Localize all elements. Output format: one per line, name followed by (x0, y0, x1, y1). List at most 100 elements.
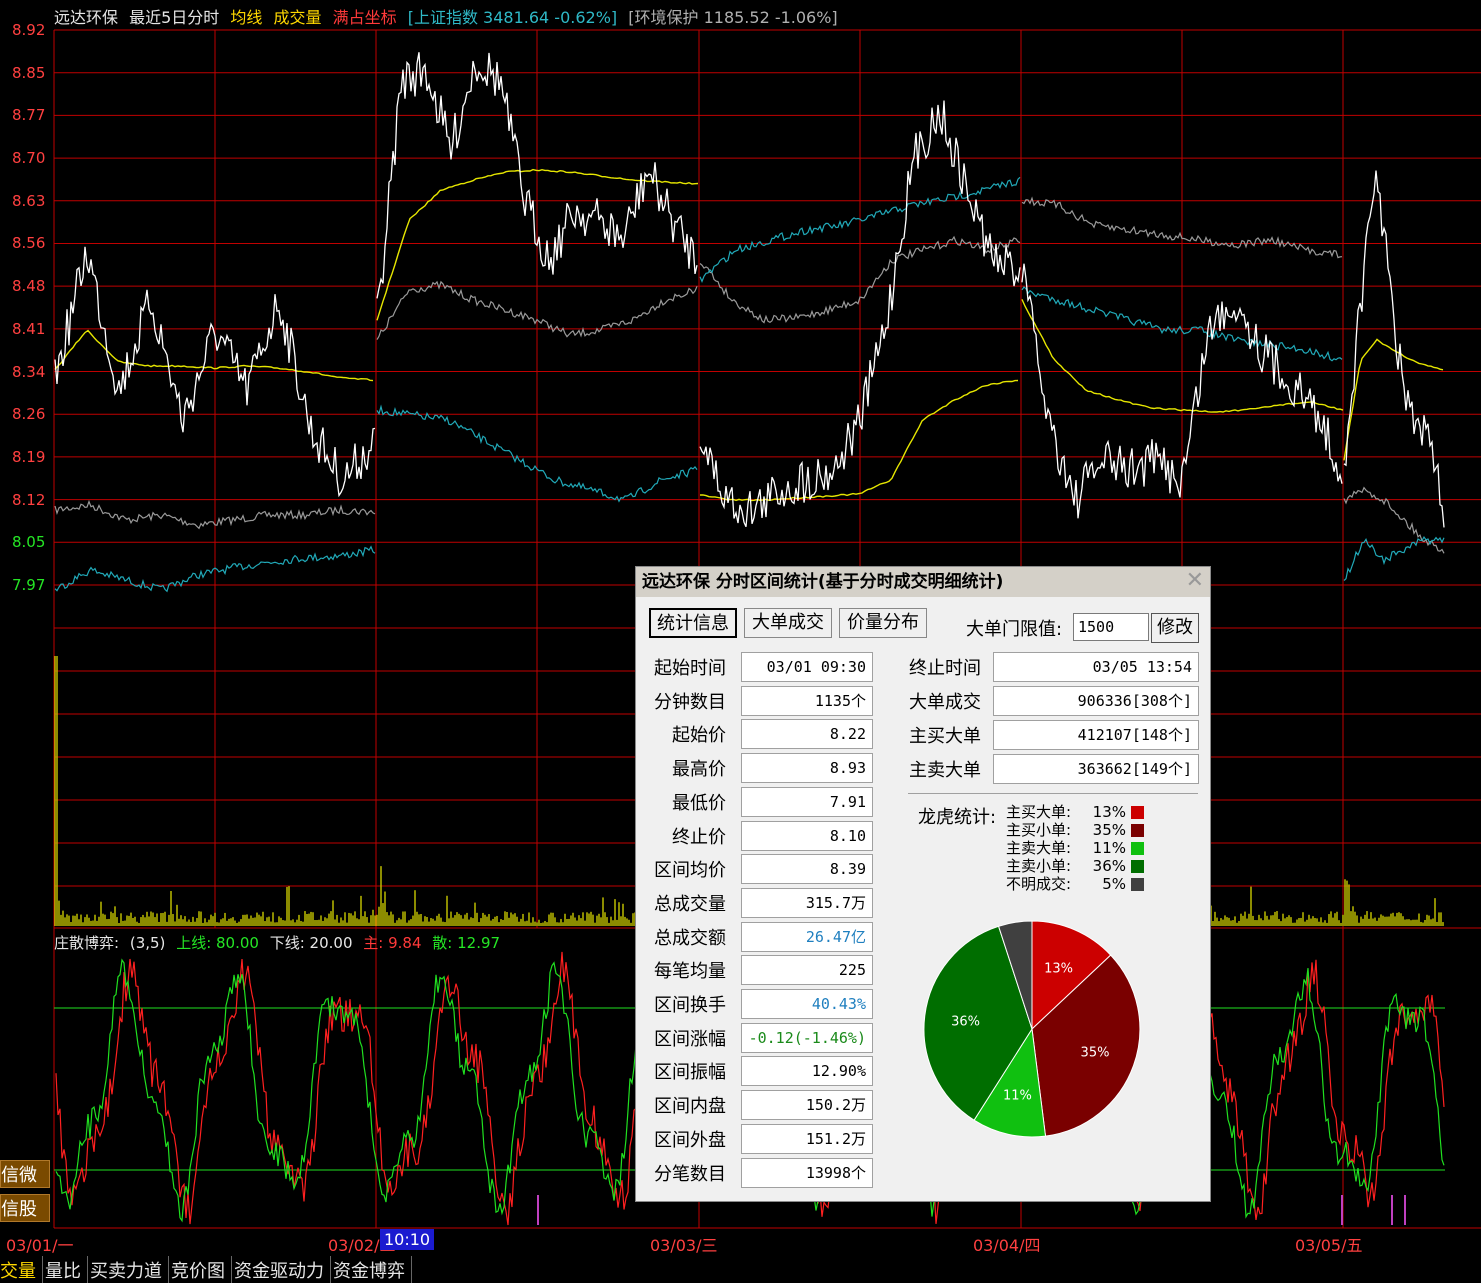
stat-label: 区间内盘 (654, 1096, 726, 1118)
stat-label: 总成交量 (654, 893, 726, 915)
indicator-params: (3,5) (129, 934, 166, 952)
dragon-stats-label: 龙虎统计: (918, 807, 997, 828)
price-line (1343, 170, 1445, 528)
stat-value: 40.43% (741, 989, 873, 1019)
crosshair-time: 10:10 (380, 1229, 435, 1250)
stat-value: 03/05 13:54 (993, 652, 1199, 682)
threshold-input[interactable]: 1500 (1073, 613, 1149, 641)
stat-value: 151.2万 (741, 1123, 873, 1154)
stat-label: 起始时间 (654, 658, 726, 679)
bottom-tabs: 交量 量比 买卖力道 竞价图 资金驱动力 资金博弈 (0, 1256, 1481, 1283)
x-label-day3: 03/03/三 (650, 1236, 718, 1255)
legend-pct: 13% (1092, 803, 1126, 821)
sector-overlay-label: [环境保护 1185.52 -1.06%] (628, 8, 838, 27)
stat-label: 终止时间 (909, 658, 981, 679)
price-tick: 8.70 (12, 149, 46, 168)
stat-value: 13998个 (741, 1157, 873, 1188)
tab-fund-game[interactable]: 资金博弈 (333, 1256, 412, 1283)
legend-label: 主卖小单: (1006, 857, 1072, 875)
chart-header: 远达环保 最近5日分时 均线 成交量 满占坐标 [上证指数 3481.64 -0… (54, 4, 844, 28)
price-tick: 8.85 (12, 63, 46, 82)
dialog-title[interactable]: 远达环保 分时区间统计(基于分时成交明细统计) (636, 567, 1210, 597)
tab-stats-info[interactable]: 统计信息 (649, 608, 737, 638)
legend-label: 主卖大单: (1006, 839, 1072, 857)
price-tick: 8.19 (12, 447, 46, 466)
tab-volume-ratio[interactable]: 量比 (45, 1256, 88, 1283)
price-tick: 8.34 (12, 362, 46, 381)
stat-value: 1135个 (741, 685, 873, 716)
wechat-button[interactable]: 信微信 (0, 1160, 50, 1188)
legend-label: 不明成交: (1006, 875, 1072, 893)
tab-price-volume[interactable]: 价量分布 (839, 608, 927, 638)
sector-line (1343, 486, 1445, 554)
price-tick: 8.56 (12, 234, 46, 253)
close-icon[interactable]: ✕ (1186, 570, 1204, 592)
stock-search-button[interactable]: 信股搜 (0, 1194, 50, 1222)
pie-label: 36% (951, 1015, 980, 1030)
price-tick: 8.12 (12, 490, 46, 509)
stat-label: 大单成交 (909, 692, 981, 713)
stat-value: 03/01 09:30 (741, 652, 873, 682)
stat-value: 363662[149个] (993, 754, 1199, 784)
chart-mode[interactable]: 最近5日分时 (129, 8, 219, 27)
stat-value: 8.10 (741, 820, 873, 851)
volume-label: 成交量 (273, 8, 322, 27)
stat-label: 分钟数目 (654, 691, 726, 713)
stat-value: 8.39 (741, 854, 873, 885)
price-tick: 8.92 (12, 21, 46, 39)
legend-pct: 36% (1092, 857, 1126, 875)
stat-label: 区间均价 (654, 860, 726, 882)
price-tick: 8.48 (12, 277, 46, 296)
stat-label: 最低价 (672, 792, 726, 814)
stat-label: 区间涨幅 (654, 1028, 726, 1050)
stock-name: 远达环保 (54, 8, 119, 27)
legend-swatch (1131, 878, 1144, 891)
legend-swatch (1131, 824, 1144, 837)
stat-value: -0.12(-1.46%) (741, 1022, 873, 1053)
stat-value: 906336[308个] (993, 686, 1199, 716)
interval-stats-dialog: 远达环保 分时区间统计(基于分时成交明细统计) ✕ 统计信息 大单成交 价量分布… (635, 566, 1211, 1202)
legend-pct: 35% (1092, 821, 1126, 839)
tab-auction-chart[interactable]: 竞价图 (171, 1256, 232, 1283)
indicator-main: 主: 9.84 (363, 934, 422, 952)
avg-price-line (1343, 338, 1444, 461)
stat-label: 分笔数目 (654, 1163, 726, 1185)
stat-value: 412107[148个] (993, 720, 1199, 750)
stat-label: 总成交额 (654, 927, 726, 949)
stat-value: 225 (741, 955, 873, 986)
legend-label: 主买大单: (1006, 803, 1072, 821)
stat-value: 8.93 (741, 753, 873, 784)
tab-fund-drive[interactable]: 资金驱动力 (234, 1256, 331, 1283)
indicator-name[interactable]: 庄散博弈: (54, 934, 119, 952)
indicator-upper: 上线: 80.00 (176, 934, 259, 952)
price-tick: 8.77 (12, 106, 46, 125)
stat-value: 7.91 (741, 786, 873, 817)
threshold-label: 大单门限值: (966, 619, 1063, 640)
stat-label: 终止价 (672, 826, 726, 848)
avg-price-line (54, 329, 374, 382)
modify-button[interactable]: 修改 (1151, 613, 1199, 643)
stat-label: 区间振幅 (654, 1062, 726, 1084)
stat-label: 主卖大单 (909, 760, 981, 781)
tab-large-orders[interactable]: 大单成交 (744, 608, 832, 638)
stat-label: 主买大单 (909, 726, 981, 747)
stat-label: 区间换手 (654, 995, 726, 1016)
stat-value: 150.2万 (741, 1090, 873, 1121)
legend-pct: 5% (1102, 875, 1126, 893)
price-tick: 8.05 (12, 533, 46, 552)
tab-volume[interactable]: 交量 (0, 1256, 43, 1283)
stat-label: 区间外盘 (654, 1129, 726, 1151)
stat-label: 最高价 (672, 759, 726, 781)
stat-value: 315.7万 (741, 887, 873, 918)
x-label-day5: 03/05/五 (1295, 1236, 1363, 1255)
tab-buy-sell-power[interactable]: 买卖力道 (90, 1256, 169, 1283)
x-label-day1: 03/01/一 (6, 1236, 74, 1255)
coord-mode-label[interactable]: 满占坐标 (333, 8, 397, 27)
stat-value: 26.47亿 (741, 921, 873, 952)
divider (908, 793, 1198, 794)
price-tick: 8.63 (12, 191, 46, 210)
legend-swatch (1131, 806, 1144, 819)
avg-line-label: 均线 (230, 8, 263, 27)
legend-swatch (1131, 860, 1144, 873)
indicator-header: 庄散博弈: (3,5) 上线: 80.00 下线: 20.00 主: 9.84 … (54, 932, 506, 953)
